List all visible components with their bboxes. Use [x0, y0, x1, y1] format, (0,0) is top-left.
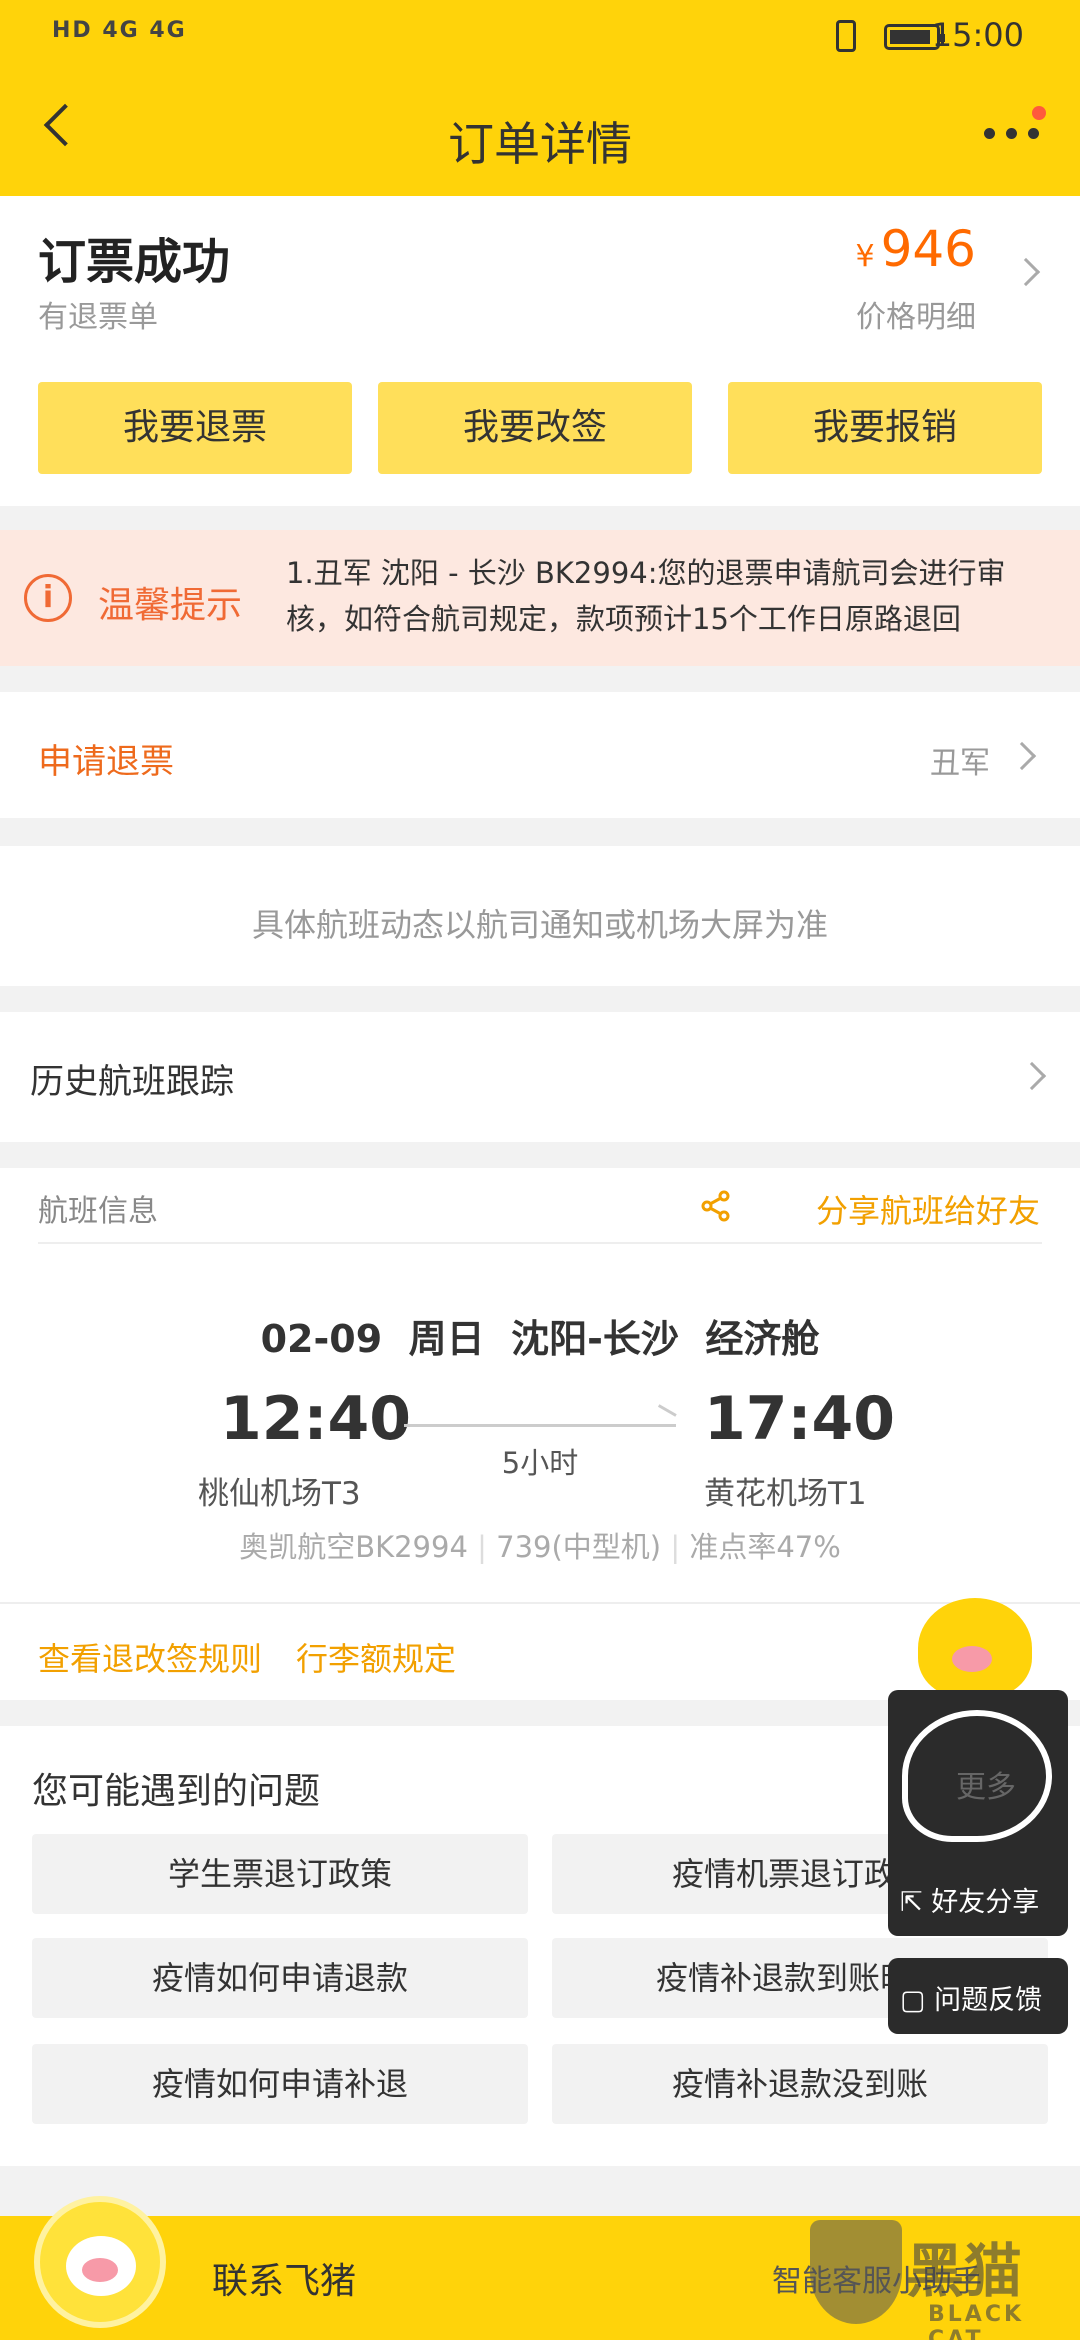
clock: 15:00: [931, 16, 1024, 54]
page-title: 订单详情: [448, 117, 632, 171]
share-flight-link[interactable]: 分享航班给好友: [816, 1186, 1040, 1232]
faq-item[interactable]: 疫情补退款没到账: [552, 2044, 1048, 2124]
flight-route: 沈阳-长沙: [511, 1317, 679, 1361]
share-icon[interactable]: [700, 1190, 732, 1222]
flight-info-card: [0, 1168, 1080, 1700]
currency-symbol: ¥: [855, 239, 875, 274]
price-value: 946: [880, 220, 976, 278]
service-avatar-icon[interactable]: [34, 2196, 166, 2328]
feedback-panel[interactable]: ▢ 问题反馈: [888, 1958, 1068, 2034]
watermark: 黑猫 BLACK CAT: [810, 2220, 1070, 2340]
faq-title: 您可能遇到的问题: [32, 1771, 321, 1812]
more-icon[interactable]: [984, 128, 1040, 140]
watermark-en: BLACK CAT: [928, 2302, 1025, 2340]
refund-rules-link[interactable]: 查看退改签规则: [38, 1634, 262, 1680]
flight-cabin: 经济舱: [705, 1317, 820, 1361]
notice-label: 温馨提示: [98, 585, 243, 626]
mascot-pig-icon[interactable]: [918, 1598, 1032, 1698]
flight-info-title: 航班信息: [38, 1194, 158, 1229]
price-detail-link[interactable]: 价格明细: [856, 292, 976, 336]
dynamic-note: 具体航班动态以航司通知或机场大屏为准: [251, 906, 828, 944]
notice-text: 1.丑军 沈阳 - 长沙 BK2994:您的退票申请航司会进行审核，如符合航司规…: [286, 556, 1006, 636]
flight-weekday: 周日: [408, 1317, 485, 1361]
flight-headline: 02-09 周日 沈阳-长沙 经济舱: [0, 1308, 1080, 1363]
notice-banner: i 温馨提示 1.丑军 沈阳 - 长沙 BK2994:您的退票申请航司会进行审核…: [0, 530, 1080, 666]
vibrate-icon: [836, 20, 856, 52]
depart-airport: 桃仙机场T3: [198, 1476, 361, 1512]
history-label: 历史航班跟踪: [30, 1062, 234, 1102]
aircraft: 739(中型机): [496, 1530, 662, 1564]
contact-fliggy-button[interactable]: 联系飞猪: [212, 2252, 356, 2304]
watermark-text: 黑猫: [906, 2237, 1023, 2305]
airline: 奥凯航空BK2994: [239, 1530, 468, 1564]
luggage-rules-link[interactable]: 行李额规定: [296, 1634, 456, 1680]
refund-request-label: 申请退票: [38, 742, 174, 782]
notification-dot: [1032, 106, 1046, 120]
info-icon: i: [24, 574, 72, 622]
order-status: 订票成功: [38, 234, 231, 290]
passenger-name: 丑军: [930, 746, 990, 781]
feedback-button[interactable]: ▢ 问题反馈: [900, 1978, 1042, 2017]
reimburse-button[interactable]: 我要报销: [728, 382, 1042, 474]
faq-item[interactable]: 疫情如何申请补退: [32, 2044, 528, 2124]
refund-button[interactable]: 我要退票: [38, 382, 352, 474]
top-bar: HD 4G 4G 15:00 订单详情: [0, 0, 1080, 196]
friend-share-button[interactable]: ⇱ 好友分享: [900, 1880, 1039, 1919]
arrive-airport: 黄花机场T1: [704, 1476, 867, 1512]
faq-item[interactable]: 学生票退订政策: [32, 1834, 528, 1914]
flight-date: 02-09: [260, 1317, 383, 1361]
watermark-logo-icon: [810, 2220, 902, 2324]
status-bar: HD 4G 4G 15:00: [0, 0, 1080, 76]
feedback-label: 问题反馈: [934, 1985, 1043, 2016]
float-share-panel[interactable]: 更多 ⇱ 好友分享: [888, 1690, 1068, 1936]
flight-meta: 奥凯航空BK2994 | 739(中型机) | 准点率47%: [239, 1530, 841, 1564]
order-price[interactable]: ¥946: [855, 220, 976, 278]
order-sub-status: 有退票单: [38, 300, 158, 335]
network-indicator: HD 4G 4G: [52, 18, 187, 43]
float-more[interactable]: 更多: [956, 1762, 1016, 1806]
divider: [0, 1602, 1080, 1604]
divider: [38, 1242, 1042, 1244]
flight-duration: 5小时: [501, 1446, 579, 1480]
on-time-rate: 准点率47%: [689, 1530, 841, 1564]
change-button[interactable]: 我要改签: [378, 382, 692, 474]
faq-item[interactable]: 疫情如何申请退款: [32, 1938, 528, 2018]
friend-share-label: 好友分享: [931, 1887, 1040, 1918]
flight-arrow: [404, 1424, 676, 1427]
